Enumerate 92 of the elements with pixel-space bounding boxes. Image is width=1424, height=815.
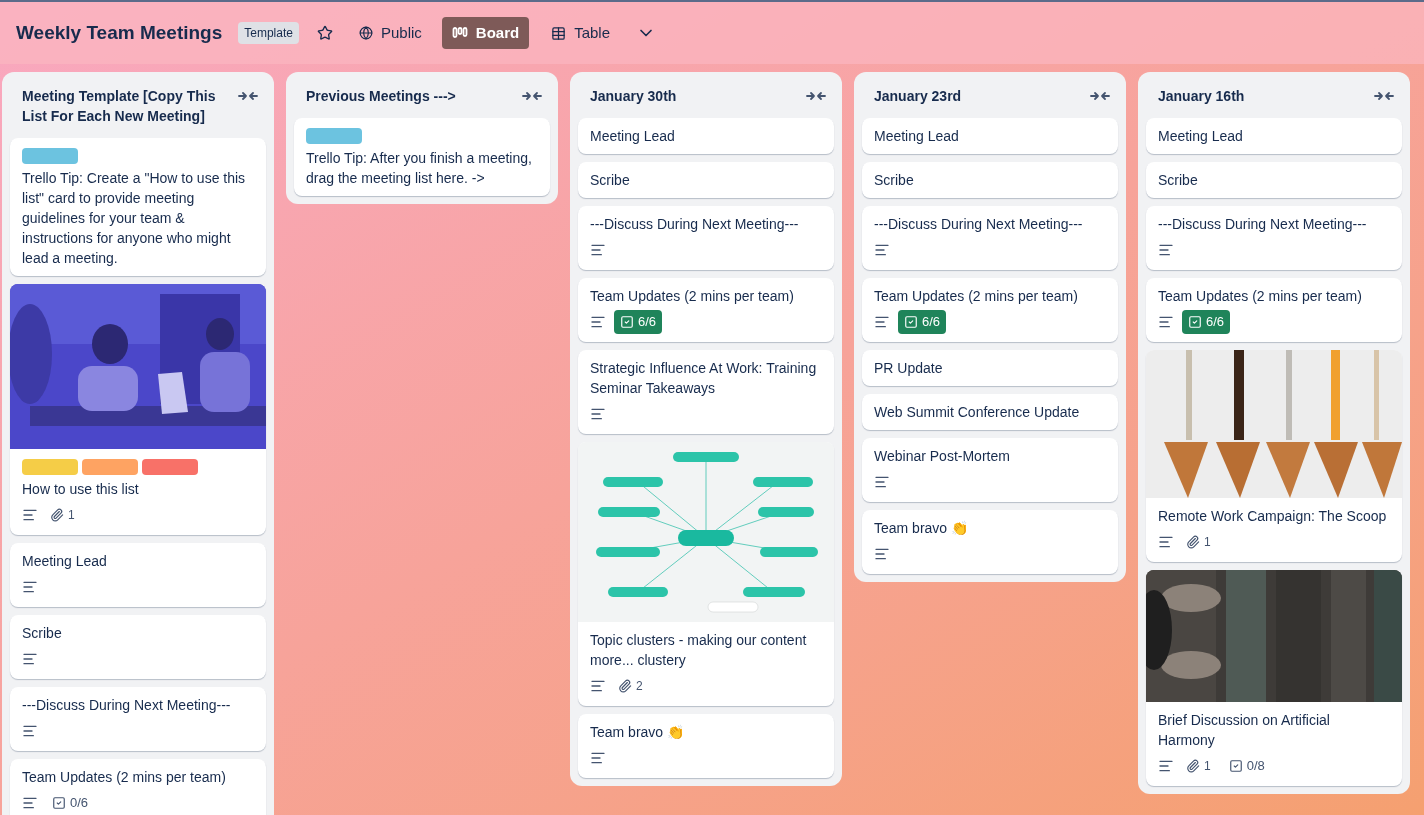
card-title: Scribe <box>874 171 915 190</box>
card-title: Meeting Lead <box>590 127 676 146</box>
checkbox-icon <box>52 796 66 810</box>
board-title[interactable]: Weekly Team Meetings <box>16 18 223 48</box>
paperclip-icon <box>618 679 632 693</box>
template-badge: Template <box>238 22 299 44</box>
card[interactable]: ---Discuss During Next Meeting--- <box>578 206 834 270</box>
card-title: Scribe <box>590 171 631 190</box>
checklist-count: 0/6 <box>46 791 95 815</box>
card-title: Trello Tip: After you finish a meeting, drag the meeting list here. -> <box>306 149 533 188</box>
card-title: Scribe <box>1158 171 1199 190</box>
card-title: Team Updates (2 mins per team) <box>874 287 1079 306</box>
card[interactable]: ---Discuss During Next Meeting--- <box>862 206 1118 270</box>
checkbox-icon <box>1228 759 1243 773</box>
card[interactable]: Trello Tip: Create a "How to use this list" card to provide meeting guidelines for your team & instructions for anyone who might lead a meeting. <box>10 138 266 276</box>
list-title[interactable]: January 23rd <box>874 86 970 106</box>
card[interactable]: Scribe <box>578 162 834 198</box>
checklist-badge: 6/6 <box>614 310 663 334</box>
attachment-count: 1 <box>1182 757 1215 775</box>
card[interactable]: Team bravo 👏 <box>578 714 834 778</box>
card[interactable]: Team Updates (2 mins per team) 6/6 <box>862 278 1118 342</box>
card-title: ---Discuss During Next Meeting--- <box>590 215 800 234</box>
board-icon <box>451 25 468 41</box>
card[interactable]: Trello Tip: After you finish a meeting, drag the meeting list here. -> <box>294 118 550 196</box>
visibility-button[interactable]: Public <box>350 15 430 51</box>
card-title: Brief Discussion on Artificial Harmony <box>1158 711 1331 750</box>
collapse-icon[interactable] <box>1090 90 1110 102</box>
list-title[interactable]: Previous Meetings ---> <box>306 86 464 106</box>
star-icon <box>316 25 333 41</box>
paperclip-icon <box>1186 535 1200 549</box>
card-title: Team Updates (2 mins per team) <box>22 768 227 787</box>
card[interactable]: Remote Work Campaign: The Scoop 1 <box>1146 350 1402 562</box>
attachment-count: 1 <box>1182 533 1215 551</box>
card[interactable]: Team Updates (2 mins per team) 0/6 <box>10 759 266 815</box>
card[interactable]: ---Discuss During Next Meeting--- <box>10 687 266 751</box>
card[interactable]: Meeting Lead <box>862 118 1118 154</box>
checkbox-icon <box>904 315 918 329</box>
checklist-badge: 6/6 <box>898 310 947 334</box>
view-tab[interactable]: Table <box>541 17 621 49</box>
card[interactable]: Meeting Lead <box>578 118 834 154</box>
checklist-count: 0/8 <box>1222 754 1271 778</box>
card[interactable]: Team Updates (2 mins per team) 6/6 <box>1146 278 1402 342</box>
card[interactable]: Scribe <box>862 162 1118 198</box>
card[interactable]: Web Summit Conference Update <box>862 394 1118 430</box>
card-title: Meeting Lead <box>1158 127 1244 146</box>
attachment-count: 2 <box>614 677 647 695</box>
card-title: Meeting Lead <box>22 552 108 571</box>
card-title: ---Discuss During Next Meeting--- <box>1158 215 1368 234</box>
card[interactable]: ---Discuss During Next Meeting--- <box>1146 206 1402 270</box>
card[interactable]: Brief Discussion on Artificial Harmony 1 0/8 <box>1146 570 1402 786</box>
card[interactable]: Webinar Post-Mortem <box>862 438 1118 502</box>
card-title: Meeting Lead <box>874 127 960 146</box>
card-title: How to use this list <box>22 480 140 499</box>
paperclip-icon <box>1186 759 1200 773</box>
card-title: PR Update <box>874 359 944 378</box>
card-title: Trello Tip: Create a "How to use this list" card to provide meeting guidelines for your team & instructions for anyone who might lead a meeting. <box>22 169 247 268</box>
card[interactable]: Strategic Influence At Work: Training Seminar Takeaways <box>578 350 834 434</box>
card-title: ---Discuss During Next Meeting--- <box>874 215 1084 234</box>
card[interactable]: Meeting Lead <box>10 543 266 607</box>
card[interactable]: Scribe <box>1146 162 1402 198</box>
card[interactable]: PR Update <box>862 350 1118 386</box>
card-title: Scribe <box>22 624 63 643</box>
card-title: Team Updates (2 mins per team) <box>1158 287 1363 306</box>
paperclip-icon <box>50 508 64 522</box>
card[interactable]: Scribe <box>10 615 266 679</box>
collapse-icon[interactable] <box>238 90 258 102</box>
card[interactable]: Team Updates (2 mins per team) 6/6 <box>578 278 834 342</box>
list-title[interactable]: Meeting Template [Copy This List For Each New Meeting] <box>22 86 238 126</box>
card-title: Topic clusters - making our content more... clustery <box>590 631 808 670</box>
globe-icon <box>358 26 373 40</box>
card-title: Remote Work Campaign: The Scoop <box>1158 507 1388 526</box>
card-title: ---Discuss During Next Meeting--- <box>22 696 232 715</box>
card-title: Team Updates (2 mins per team) <box>590 287 795 306</box>
collapse-icon[interactable] <box>806 90 826 102</box>
list-title[interactable]: January 16th <box>1158 86 1253 106</box>
card-title: Webinar Post-Mortem <box>874 447 1011 466</box>
table-icon <box>551 25 567 41</box>
card-title: Team bravo 👏 <box>874 519 970 538</box>
card[interactable]: Topic clusters - making our content more... clustery 2 <box>578 442 834 706</box>
collapse-icon[interactable] <box>522 90 542 102</box>
card-title: Web Summit Conference Update <box>874 403 1081 422</box>
attachment-count: 1 <box>46 506 79 524</box>
view-tab[interactable]: Board <box>441 17 530 49</box>
checkbox-icon <box>620 315 634 329</box>
list-title[interactable]: January 30th <box>590 86 685 106</box>
card[interactable]: Meeting Lead <box>1146 118 1402 154</box>
card-title: Team bravo 👏 <box>590 723 686 742</box>
card-title: Strategic Influence At Work: Training Seminar Takeaways <box>590 359 818 398</box>
collapse-icon[interactable] <box>1374 90 1394 102</box>
checklist-badge: 6/6 <box>1182 310 1231 334</box>
checkbox-icon <box>1188 315 1202 329</box>
card[interactable]: Team bravo 👏 <box>862 510 1118 574</box>
